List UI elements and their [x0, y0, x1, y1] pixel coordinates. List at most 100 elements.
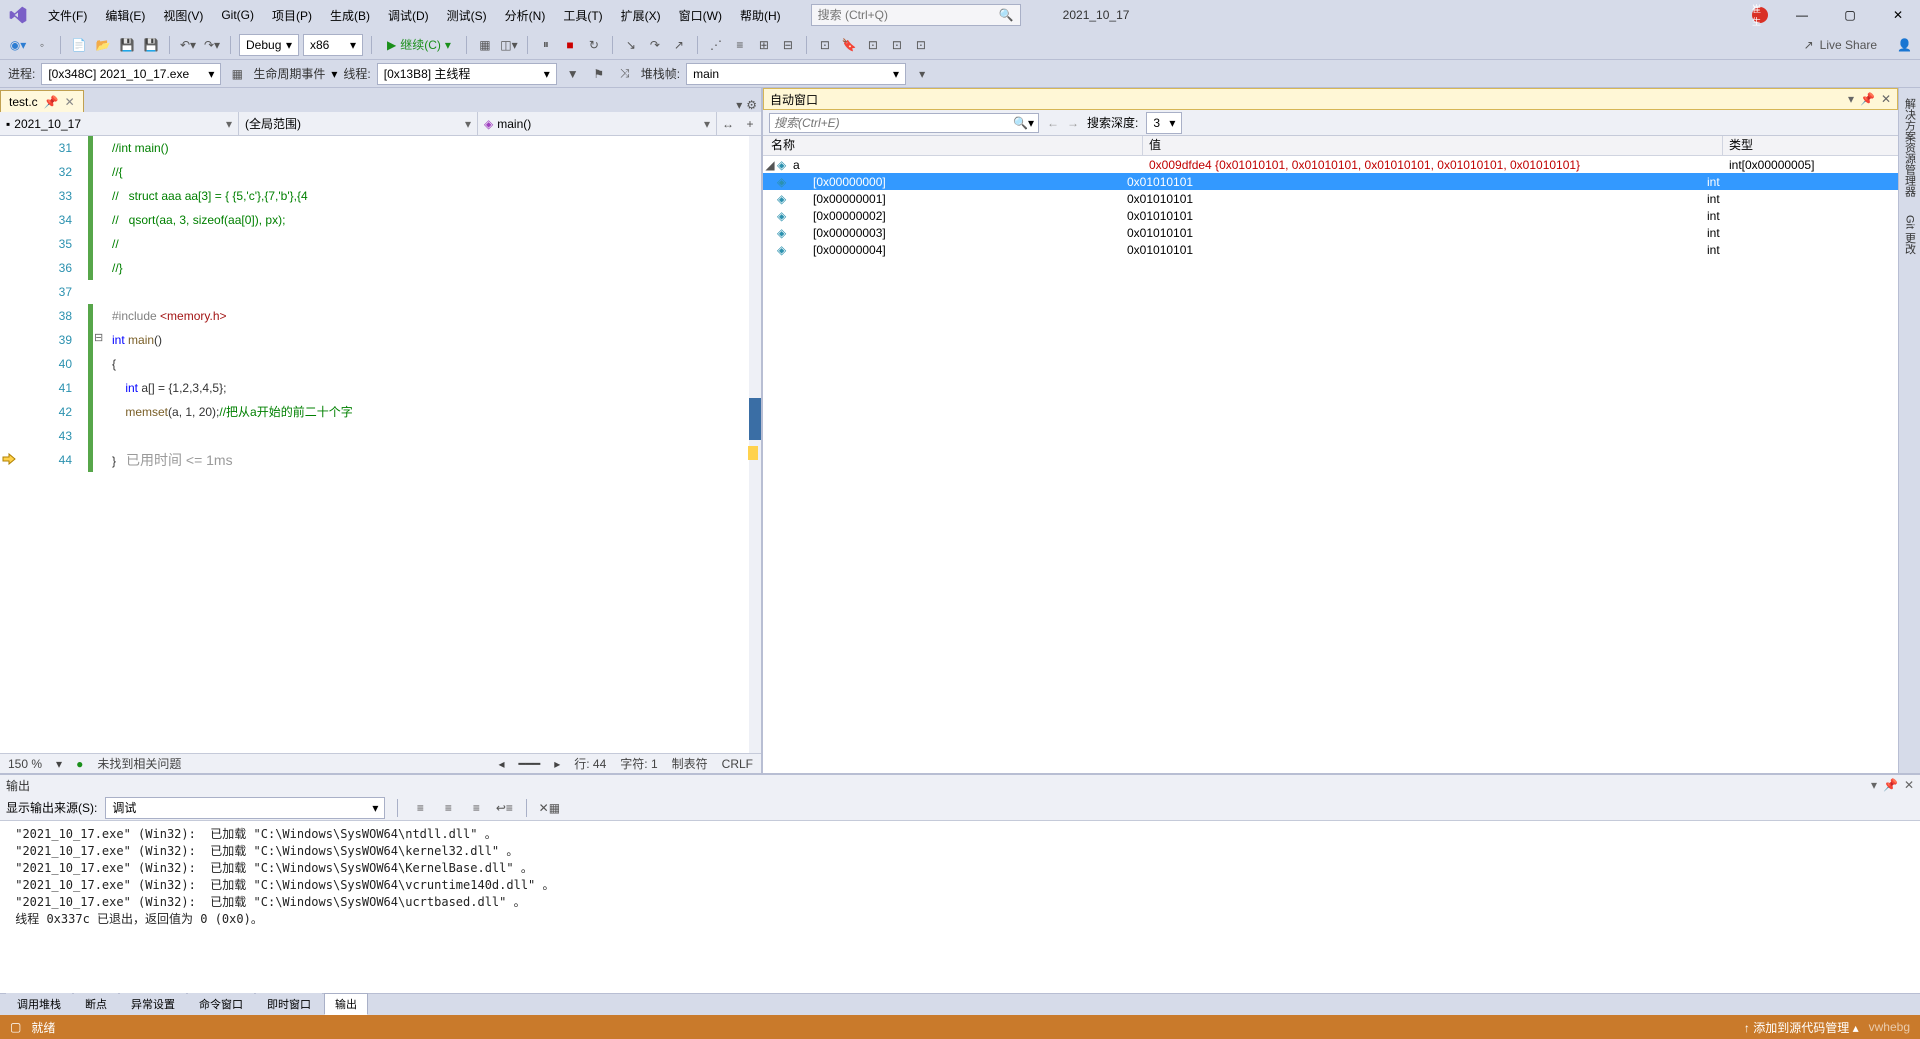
step-out-icon[interactable]: ↗ — [669, 35, 689, 55]
minimize-icon[interactable]: — — [1788, 8, 1816, 22]
scope-class-combo[interactable]: (全局范围)▾ — [239, 112, 478, 135]
scope-func-combo[interactable]: ◈main()▾ — [478, 112, 717, 135]
flag-icon[interactable]: ⚑ — [589, 64, 609, 84]
window-close-icon[interactable]: ✕ — [1881, 92, 1891, 106]
hdr-name[interactable]: 名称 — [763, 136, 1143, 155]
window-menu-icon[interactable]: ▾ — [1848, 92, 1854, 106]
code-body[interactable]: //int main()//{// struct aaa aa[3] = { {… — [108, 136, 749, 753]
menu-extend[interactable]: 扩展(X) — [613, 3, 669, 28]
bottom-tab[interactable]: 即时窗口 — [256, 993, 322, 1015]
tb-icon6[interactable]: ⊟ — [778, 35, 798, 55]
platform-combo[interactable]: x86▾ — [303, 34, 363, 56]
step-over-icon[interactable]: ↷ — [645, 35, 665, 55]
zoom-level[interactable]: 150 % — [8, 757, 42, 771]
continue-button[interactable]: ▶ 继续(C) ▾ — [380, 34, 458, 56]
menu-window[interactable]: 窗口(W) — [671, 3, 730, 28]
output-source-combo[interactable]: 调试▾ — [105, 797, 385, 819]
nav-fwd-icon[interactable]: ◦ — [32, 35, 52, 55]
step-into-icon[interactable]: ↘ — [621, 35, 641, 55]
nav-back-icon[interactable]: ◉▾ — [8, 35, 28, 55]
autos-row[interactable]: ◈ [0x00000003] 0x01010101 int — [763, 224, 1898, 241]
nav-split-icon[interactable]: ↔ — [717, 112, 739, 135]
autos-search[interactable]: 🔍▾ — [769, 113, 1039, 133]
redo-icon[interactable]: ↷▾ — [202, 35, 222, 55]
live-share[interactable]: ↗Live Share👤 — [1804, 38, 1912, 52]
pin-icon[interactable]: 📌 — [44, 95, 59, 109]
life-icon[interactable]: ▦ — [227, 64, 247, 84]
tb-icon10[interactable]: ⊡ — [911, 35, 931, 55]
vtab-solution-explorer[interactable]: 解决方案资源管理器 — [1900, 94, 1920, 201]
autos-row[interactable]: ◈ [0x00000000] 0x01010101 int — [763, 173, 1898, 190]
process-combo[interactable]: [0x348C] 2021_10_17.exe▾ — [41, 63, 221, 85]
menu-edit[interactable]: 编辑(E) — [97, 3, 153, 28]
scope-project-combo[interactable]: ▪2021_10_17▾ — [0, 112, 239, 135]
window-menu-icon[interactable]: ▾ — [1871, 778, 1877, 792]
window-pin-icon[interactable]: 📌 — [1860, 92, 1875, 106]
autos-row[interactable]: ◈ [0x00000002] 0x01010101 int — [763, 207, 1898, 224]
overflow-icon[interactable]: ▾ — [912, 64, 932, 84]
out-clear-icon[interactable]: ✕▦ — [539, 798, 559, 818]
bookmark-icon[interactable]: 🔖 — [839, 35, 859, 55]
close-tab-icon[interactable]: ✕ — [65, 95, 75, 109]
tb-icon1[interactable]: ▦ — [475, 35, 495, 55]
depth-combo[interactable]: 3▾ — [1146, 112, 1182, 134]
shuffle-icon[interactable]: ⤨ — [615, 64, 635, 84]
tb-icon3[interactable]: ⋰ — [706, 35, 726, 55]
vtab-git-changes[interactable]: Git 更改 — [1900, 211, 1920, 258]
save-icon[interactable]: 💾 — [117, 35, 137, 55]
menu-tools[interactable]: 工具(T) — [555, 3, 610, 28]
restart-icon[interactable]: ↻ — [584, 35, 604, 55]
new-icon[interactable]: 📄 — [69, 35, 89, 55]
global-search[interactable]: 🔍 — [811, 4, 1021, 26]
autos-search-input[interactable] — [774, 116, 1013, 130]
menu-build[interactable]: 生成(B) — [322, 3, 378, 28]
tab-indicator[interactable]: 制表符 — [672, 755, 708, 772]
undo-icon[interactable]: ↶▾ — [178, 35, 198, 55]
nav-add-icon[interactable]: + — [739, 112, 761, 135]
eol-indicator[interactable]: CRLF — [722, 757, 753, 771]
bottom-tab[interactable]: 调用堆栈 — [6, 993, 72, 1015]
output-titlebar[interactable]: 输出 ▾📌✕ — [0, 775, 1920, 795]
tb-icon4[interactable]: ≡ — [730, 35, 750, 55]
tb-icon5[interactable]: ⊞ — [754, 35, 774, 55]
menu-file[interactable]: 文件(F) — [40, 3, 95, 28]
out-icon2[interactable]: ≡ — [438, 798, 458, 818]
autos-row[interactable]: ◢◈ a 0x009dfde4 {0x01010101, 0x01010101,… — [763, 156, 1898, 173]
issues-text[interactable]: 未找到相关问题 — [97, 755, 181, 772]
pause-icon[interactable]: ⏸ — [536, 35, 556, 55]
bottom-tab[interactable]: 异常设置 — [120, 993, 186, 1015]
tb-icon2[interactable]: ◫▾ — [499, 35, 519, 55]
menu-git[interactable]: Git(G) — [213, 4, 262, 26]
autos-rows[interactable]: ◢◈ a 0x009dfde4 {0x01010101, 0x01010101,… — [763, 156, 1898, 773]
maximize-icon[interactable]: ▢ — [1836, 8, 1864, 22]
out-icon1[interactable]: ≡ — [410, 798, 430, 818]
window-pin-icon[interactable]: 📌 — [1883, 778, 1898, 792]
overview-ruler[interactable] — [749, 136, 761, 753]
menu-debug[interactable]: 调试(D) — [380, 3, 437, 28]
out-icon3[interactable]: ≡ — [466, 798, 486, 818]
thread-combo[interactable]: [0x13B8] 主线程▾ — [377, 63, 557, 85]
tab-gear-icon[interactable]: ⚙ — [746, 98, 757, 112]
bottom-tab[interactable]: 断点 — [74, 993, 118, 1015]
stackframe-combo[interactable]: main▾ — [686, 63, 906, 85]
filter-icon[interactable]: ▼ — [563, 64, 583, 84]
open-icon[interactable]: 📂 — [93, 35, 113, 55]
out-wrap-icon[interactable]: ↩≡ — [494, 798, 514, 818]
menu-help[interactable]: 帮助(H) — [732, 3, 789, 28]
output-body[interactable]: "2021_10_17.exe" (Win32): 已加载 "C:\Window… — [0, 821, 1920, 993]
tb-icon7[interactable]: ⊡ — [815, 35, 835, 55]
close-icon[interactable]: ✕ — [1884, 8, 1912, 22]
autos-row[interactable]: ◈ [0x00000001] 0x01010101 int — [763, 190, 1898, 207]
window-close-icon[interactable]: ✕ — [1904, 778, 1914, 792]
global-search-input[interactable] — [818, 8, 999, 22]
menu-test[interactable]: 测试(S) — [439, 3, 495, 28]
autos-titlebar[interactable]: 自动窗口 ▾📌✕ — [763, 88, 1898, 110]
stop-icon[interactable]: ■ — [560, 35, 580, 55]
config-combo[interactable]: Debug▾ — [239, 34, 299, 56]
user-badge[interactable]: 崔生 — [1752, 7, 1768, 23]
menu-analyze[interactable]: 分析(N) — [497, 3, 554, 28]
file-tab-test-c[interactable]: test.c 📌 ✕ — [0, 90, 84, 112]
tb-icon8[interactable]: ⊡ — [863, 35, 883, 55]
nav-fwd-icon[interactable]: → — [1067, 116, 1079, 130]
bottom-tab[interactable]: 输出 — [324, 993, 368, 1015]
